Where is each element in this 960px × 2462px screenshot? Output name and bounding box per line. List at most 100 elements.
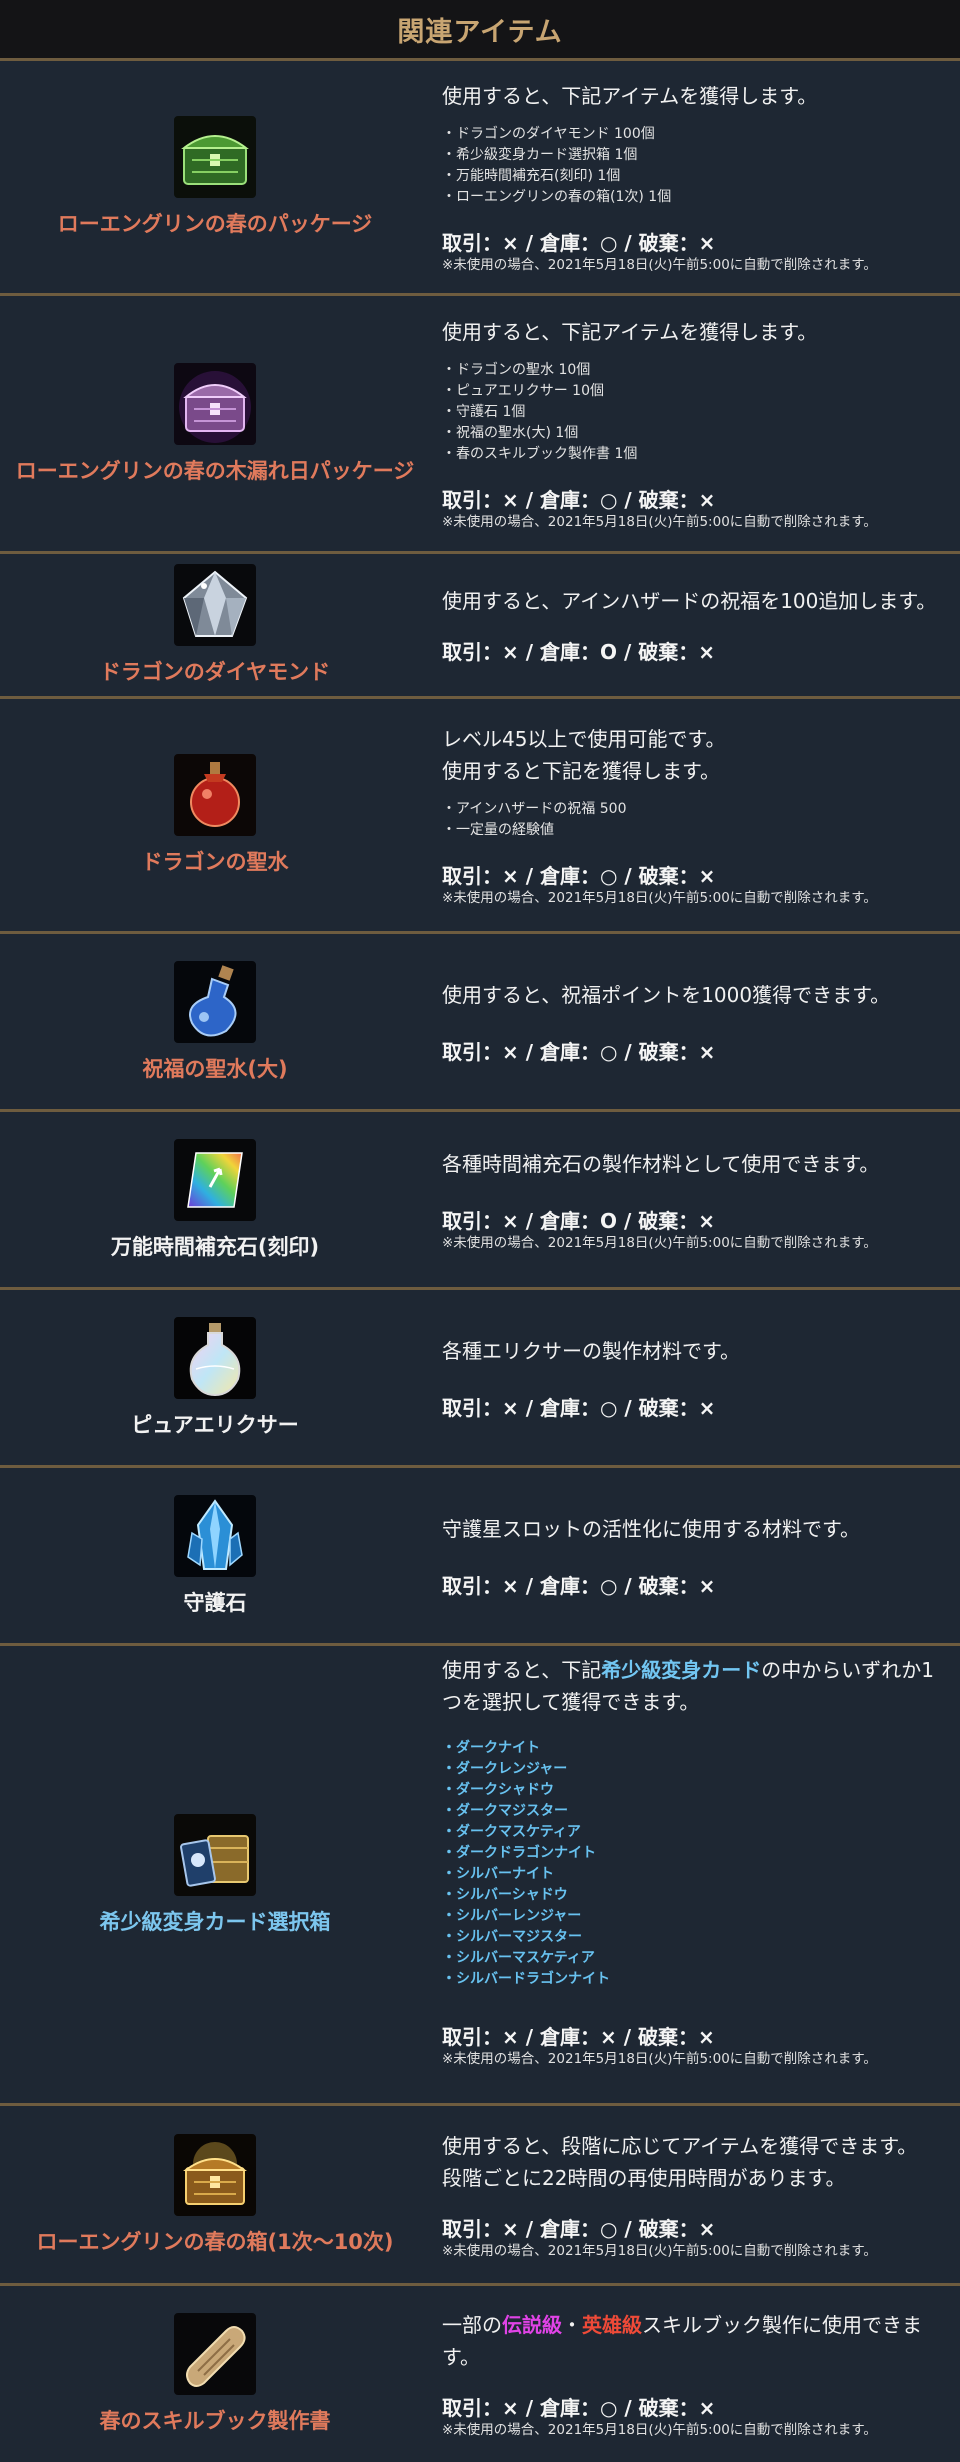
- description-line: 使用すると下記を獲得します。: [442, 759, 720, 783]
- item-row-pure-elixir: ピュアエリクサー 各種エリクサーの製作材料です。 取引：× / 倉庫：○ / 破…: [0, 1290, 960, 1468]
- green-treasure-chest-icon: [174, 116, 256, 199]
- item-description: 各種時間補充石の製作材料として使用できます。: [442, 1151, 880, 1176]
- list-item: ・シルバーナイト: [442, 1866, 554, 1882]
- list-item: ・ダークマスケティア: [442, 1824, 581, 1840]
- trade-info: 取引：× / 倉庫：○ / 破棄：×: [442, 1573, 716, 1598]
- item-left-panel: ドラゴンの聖水: [0, 699, 430, 931]
- item-right-panel: レベル45以上で使用可能です。 使用すると下記を獲得します。 ・アインハザードの…: [430, 699, 960, 931]
- list-item: ・シルバードラゴンナイト: [442, 1971, 610, 1987]
- trade-info: 取引：× / 倉庫：○ / 破棄：×: [442, 864, 716, 888]
- description-text: 一部の: [442, 2313, 502, 2337]
- item-row-spring-box: ローエングリンの春の箱(1次～10次) 使用すると、段階に応じてアイテムを獲得で…: [0, 2106, 960, 2286]
- item-right-panel: 使用すると、段階に応じてアイテムを獲得できます。 段階ごとに22時間の再使用時間…: [430, 2106, 960, 2283]
- item-description: 一部の伝説級・英雄級スキルブック製作に使用できます。: [442, 2309, 942, 2373]
- item-right-panel: 使用すると、アインハザードの祝福を100追加します。 取引：× / 倉庫：O /…: [430, 554, 960, 696]
- item-left-panel: 希少級変身カード選択箱: [0, 1646, 430, 2103]
- description-text: 使用すると、下記: [442, 1658, 602, 1682]
- expiry-note: ※未使用の場合、2021年5月18日(火)午前5:00に自動で削除されます。: [442, 2051, 877, 2067]
- item-right-panel: 使用すると、祝福ポイントを1000獲得できます。 取引：× / 倉庫：○ / 破…: [430, 934, 960, 1109]
- heroic-highlight: 英雄級: [582, 2313, 642, 2337]
- description-line: 使用すると、段階に応じてアイテムを獲得できます。: [442, 2133, 918, 2158]
- list-item: ・ローエングリンの春の箱(1次) 1個: [442, 189, 672, 205]
- blue-crystal-icon: [174, 1494, 256, 1577]
- rainbow-stone-icon: [174, 1138, 256, 1221]
- list-item: ・シルバーレンジャー: [442, 1908, 582, 1924]
- item-description: 使用すると、下記アイテムを獲得します。: [442, 84, 818, 108]
- item-left-panel: ピュアエリクサー: [0, 1290, 430, 1465]
- list-item: ・祝福の聖水(大) 1個: [442, 425, 579, 441]
- item-name: 希少級変身カード選択箱: [99, 1909, 331, 1934]
- trade-info: 取引：× / 倉庫：○ / 破棄：×: [442, 2396, 716, 2420]
- item-description: 使用すると、アインハザードの祝福を100追加します。: [442, 589, 937, 613]
- item-name: ローエングリンの春の木漏れ日パッケージ: [15, 458, 415, 483]
- item-name: 祝福の聖水(大): [142, 1056, 288, 1081]
- purple-treasure-chest-icon: [174, 362, 256, 445]
- item-left-panel: ローエングリンの春の木漏れ日パッケージ: [0, 296, 430, 551]
- card-box-icon: [174, 1813, 256, 1896]
- list-item: ・シルバーマジスター: [442, 1929, 582, 1945]
- item-contents-list: ・ドラゴンの聖水 10個 ・ピュアエリクサー 10個 ・守護石 1個 ・祝福の聖…: [442, 360, 942, 465]
- item-right-panel: 各種エリクサーの製作材料です。 取引：× / 倉庫：○ / 破棄：×: [430, 1290, 960, 1465]
- item-right-panel: 各種時間補充石の製作材料として使用できます。 取引：× / 倉庫：O / 破棄：…: [430, 1112, 960, 1287]
- item-contents-list: ・ドラゴンのダイヤモンド 100個 ・希少級変身カード選択箱 1個 ・万能時間補…: [442, 124, 942, 208]
- description-line: 段階ごとに22時間の再使用時間があります。: [442, 2165, 846, 2190]
- item-row-sunlight-package: ローエングリンの春の木漏れ日パッケージ 使用すると、下記アイテムを獲得します。 …: [0, 296, 960, 554]
- list-item: ・シルバーシャドウ: [442, 1887, 568, 1903]
- list-item: ・シルバーマスケティア: [442, 1950, 595, 1966]
- item-right-panel: 使用すると、下記アイテムを獲得します。 ・ドラゴンのダイヤモンド 100個 ・希…: [430, 61, 960, 293]
- item-name: 守護石: [183, 1590, 247, 1615]
- item-row-blessed-holy-water: 祝福の聖水(大) 使用すると、祝福ポイントを1000獲得できます。 取引：× /…: [0, 934, 960, 1112]
- list-item: ・守護石 1個: [442, 404, 526, 420]
- item-left-panel: ローエングリンの春のパッケージ: [0, 61, 430, 293]
- list-item: ・春のスキルブック製作書 1個: [442, 446, 638, 462]
- list-item: ・ダークシャドウ: [442, 1782, 554, 1798]
- expiry-note: ※未使用の場合、2021年5月18日(火)午前5:00に自動で削除されます。: [442, 514, 877, 530]
- description-line: レベル45以上で使用可能です。: [442, 727, 726, 751]
- legendary-highlight: 伝説級: [502, 2313, 562, 2337]
- item-row-dragon-holy-water: ドラゴンの聖水 レベル45以上で使用可能です。 使用すると下記を獲得します。 ・…: [0, 699, 960, 934]
- section-title: 関連アイテム: [397, 16, 563, 48]
- item-right-panel: 一部の伝説級・英雄級スキルブック製作に使用できます。 取引：× / 倉庫：○ /…: [430, 2286, 960, 2462]
- item-name: ピュアエリクサー: [131, 1412, 299, 1437]
- item-row-rare-card-box: 希少級変身カード選択箱 使用すると、下記希少級変身カードの中からいずれか1つを選…: [0, 1646, 960, 2106]
- item-description: レベル45以上で使用可能です。 使用すると下記を獲得します。: [442, 723, 942, 787]
- list-item: ・ドラゴンの聖水 10個: [442, 362, 591, 378]
- elixir-bottle-icon: [174, 1316, 256, 1399]
- item-name: 万能時間補充石(刻印): [110, 1234, 320, 1259]
- item-left-panel: 守護石: [0, 1468, 430, 1643]
- item-name: ドラゴンのダイヤモンド: [99, 660, 331, 685]
- item-name: 春のスキルブック製作書: [99, 2409, 331, 2434]
- item-left-panel: 春のスキルブック製作書: [0, 2286, 430, 2462]
- item-description: 使用すると、祝福ポイントを1000獲得できます。: [442, 982, 891, 1007]
- list-item: ・ダークドラゴンナイト: [442, 1845, 596, 1861]
- golden-chest-icon: [174, 2133, 256, 2216]
- diamond-icon: [174, 564, 256, 647]
- expiry-note: ※未使用の場合、2021年5月18日(火)午前5:00に自動で削除されます。: [442, 1234, 877, 1251]
- trade-info: 取引：× / 倉庫：○ / 破棄：×: [442, 1039, 716, 1064]
- list-item: ・ピュアエリクサー 10個: [442, 383, 604, 399]
- expiry-note: ※未使用の場合、2021年5月18日(火)午前5:00に自動で削除されます。: [442, 890, 877, 906]
- list-item: ・希少級変身カード選択箱 1個: [442, 147, 638, 163]
- item-description: 使用すると、段階に応じてアイテムを獲得できます。 段階ごとに22時間の再使用時間…: [442, 2130, 942, 2194]
- item-row-spring-package: ローエングリンの春のパッケージ 使用すると、下記アイテムを獲得します。 ・ドラゴ…: [0, 61, 960, 296]
- item-name: ローエングリンの春の箱(1次～10次): [36, 2229, 394, 2254]
- section-header: 関連アイテム: [0, 0, 960, 61]
- item-description: 使用すると、下記アイテムを獲得します。: [442, 320, 818, 344]
- trade-info: 取引：× / 倉庫：○ / 破棄：×: [442, 1395, 716, 1420]
- item-row-guardian-stone: 守護石 守護星スロットの活性化に使用する材料です。 取引：× / 倉庫：○ / …: [0, 1468, 960, 1646]
- trade-info: 取引：× / 倉庫：○ / 破棄：×: [442, 2216, 716, 2241]
- list-item: ・ドラゴンのダイヤモンド 100個: [442, 126, 655, 142]
- expiry-note: ※未使用の場合、2021年5月18日(火)午前5:00に自動で削除されます。: [442, 2422, 877, 2438]
- item-row-universal-time-stone: 万能時間補充石(刻印) 各種時間補充石の製作材料として使用できます。 取引：× …: [0, 1112, 960, 1290]
- trade-info: 取引：× / 倉庫：O / 破棄：×: [442, 1208, 715, 1233]
- list-item: ・ダークマジスター: [442, 1803, 568, 1819]
- item-contents-list: ・アインハザードの祝福 500 ・一定量の経験値: [442, 799, 942, 841]
- item-row-spring-skillbook-recipe: 春のスキルブック製作書 一部の伝説級・英雄級スキルブック製作に使用できます。 取…: [0, 2286, 960, 2462]
- item-left-panel: ドラゴンのダイヤモンド: [0, 554, 430, 696]
- item-description: 各種エリクサーの製作材料です。: [442, 1338, 740, 1363]
- trade-info: 取引：× / 倉庫：× / 破棄：×: [442, 2025, 715, 2049]
- list-item: ・ダークナイト: [442, 1740, 540, 1756]
- item-right-panel: 使用すると、下記アイテムを獲得します。 ・ドラゴンの聖水 10個 ・ピュアエリク…: [430, 296, 960, 551]
- expiry-note: ※未使用の場合、2021年5月18日(火)午前5:00に自動で削除されます。: [442, 257, 877, 273]
- item-name: ドラゴンの聖水: [141, 850, 289, 875]
